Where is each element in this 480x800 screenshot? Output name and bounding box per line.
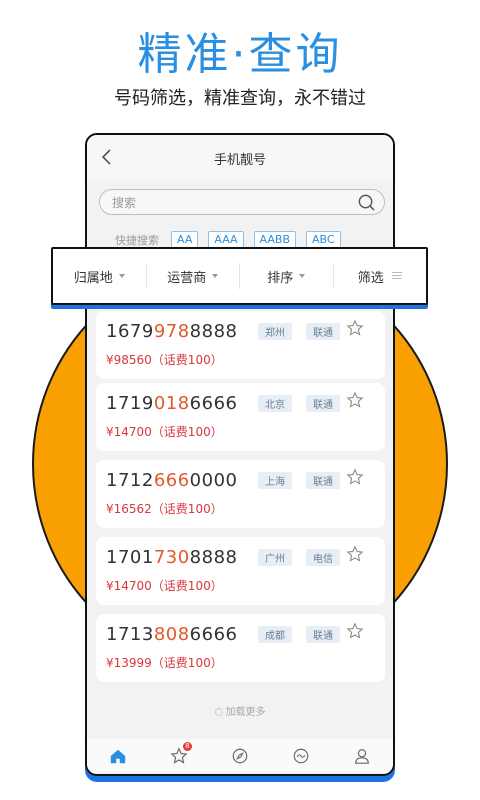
phone-number: 16799788888 bbox=[106, 321, 238, 342]
tab-home[interactable] bbox=[87, 747, 148, 765]
number-card[interactable]: 17017308888 ¥14700（话费100） 广州 电信 bbox=[96, 537, 385, 605]
quick-tag-aa[interactable]: AA bbox=[171, 231, 199, 248]
load-more[interactable]: 加载更多 bbox=[87, 703, 393, 718]
price: ¥16562（话费100） bbox=[106, 502, 223, 516]
favorite-star-icon[interactable] bbox=[346, 391, 364, 409]
search-box[interactable] bbox=[99, 189, 385, 215]
user-icon bbox=[355, 749, 370, 764]
quick-search-label: 快捷搜索 bbox=[115, 233, 159, 247]
phone-number: 17126660000 bbox=[106, 470, 238, 491]
tab-discover[interactable] bbox=[271, 747, 332, 765]
number-card[interactable]: 17190186666 ¥14700（话费100） 北京 联通 bbox=[96, 383, 385, 451]
filter-more[interactable]: 筛选 bbox=[334, 263, 427, 289]
number-card[interactable]: 17138086666 ¥13999（话费100） 成都 联通 bbox=[96, 614, 385, 682]
page-title: 手机靓号 bbox=[213, 152, 266, 168]
city-tag: 北京 bbox=[258, 395, 292, 412]
phone-number: 17017308888 bbox=[106, 547, 238, 568]
filter-bar: 归属地 运营商 排序 筛选 bbox=[51, 247, 428, 305]
tab-favorites[interactable]: 8 bbox=[148, 742, 209, 765]
price: ¥98560（话费100） bbox=[106, 353, 223, 367]
discover-icon bbox=[293, 748, 309, 764]
chevron-down-icon bbox=[118, 274, 125, 278]
city-tag: 郑州 bbox=[258, 323, 292, 340]
favorite-star-icon[interactable] bbox=[346, 622, 364, 640]
city-tag: 上海 bbox=[258, 472, 292, 489]
operator-tag: 联通 bbox=[306, 626, 340, 643]
operator-tag: 联通 bbox=[306, 472, 340, 489]
price: ¥14700（话费100） bbox=[106, 579, 223, 593]
search-input[interactable] bbox=[112, 194, 332, 212]
filter-region-label: 归属地 bbox=[73, 270, 113, 286]
filter-region[interactable]: 归属地 bbox=[53, 263, 147, 289]
filter-operator-label: 运营商 bbox=[167, 270, 207, 286]
load-more-label: 加载更多 bbox=[225, 707, 266, 718]
city-tag: 广州 bbox=[258, 549, 292, 566]
filter-operator[interactable]: 运营商 bbox=[147, 263, 240, 289]
back-icon[interactable] bbox=[97, 147, 117, 167]
favorites-badge: 8 bbox=[182, 742, 192, 751]
filter-more-label: 筛选 bbox=[357, 270, 384, 286]
search-icon[interactable] bbox=[357, 193, 376, 212]
chevron-down-icon bbox=[299, 274, 306, 278]
quick-tag-aaa[interactable]: AAA bbox=[208, 231, 244, 248]
number-card[interactable]: 16799788888 ¥98560（话费100） 郑州 联通 bbox=[96, 311, 385, 379]
compass-icon bbox=[232, 748, 248, 764]
filter-icon bbox=[391, 272, 402, 280]
phone-number: 17138086666 bbox=[106, 624, 238, 645]
favorite-star-icon[interactable] bbox=[346, 545, 364, 563]
number-card[interactable]: 17126660000 ¥16562（话费100） 上海 联通 bbox=[96, 460, 385, 528]
phone-number: 17190186666 bbox=[106, 393, 238, 414]
headline: 精准·查询 bbox=[137, 29, 343, 80]
price: ¥14700（话费100） bbox=[106, 425, 223, 439]
quick-tag-aabb[interactable]: AABB bbox=[253, 231, 296, 248]
city-tag: 成都 bbox=[258, 626, 292, 643]
quick-tag-abc[interactable]: ABC bbox=[306, 231, 341, 248]
subline: 号码筛选，精准查询，永不错过 bbox=[114, 88, 366, 109]
price: ¥13999（话费100） bbox=[106, 656, 223, 670]
tab-explore[interactable] bbox=[209, 747, 270, 765]
top-bar: 手机靓号 bbox=[87, 135, 393, 181]
filter-sort-label: 排序 bbox=[267, 270, 294, 286]
operator-tag: 联通 bbox=[306, 395, 340, 412]
home-icon bbox=[110, 749, 125, 764]
operator-tag: 电信 bbox=[306, 549, 340, 566]
tab-bar: 8 bbox=[87, 739, 393, 773]
favorite-star-icon[interactable] bbox=[346, 319, 364, 337]
operator-tag: 联通 bbox=[306, 323, 340, 340]
quick-search: 快捷搜索 AA AAA AABB ABC bbox=[115, 231, 341, 248]
favorite-star-icon[interactable] bbox=[346, 468, 364, 486]
chevron-down-icon bbox=[212, 274, 219, 278]
spinner-icon bbox=[214, 708, 223, 716]
tab-profile[interactable] bbox=[332, 747, 393, 765]
filter-sort[interactable]: 排序 bbox=[240, 263, 334, 289]
